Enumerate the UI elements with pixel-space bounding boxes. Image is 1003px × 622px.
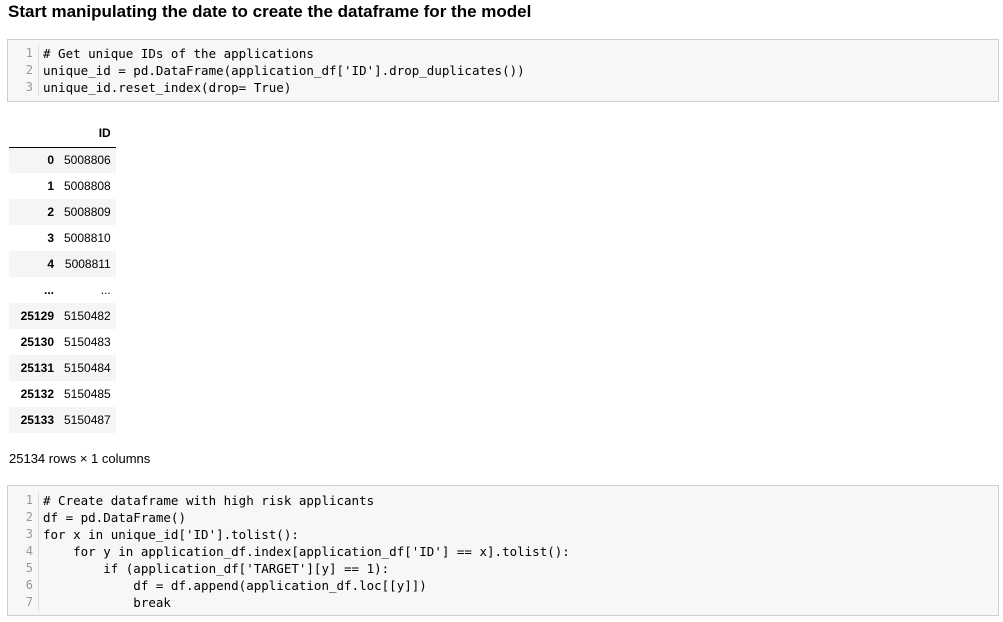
table-row: 25133 5150487 (9, 407, 116, 433)
row-index: 3 (47, 231, 54, 245)
dataframe-output-table: ID 0 5008806 1 5008808 2 5008809 3 5008810 4… (9, 120, 116, 433)
row-index: 1 (47, 179, 54, 193)
table-row: 3 5008810 (9, 225, 116, 251)
code-line[interactable]: 2 df = pd.DataFrame() (8, 509, 998, 526)
section-heading: Start manipulating the date to create th… (8, 2, 532, 21)
row-index: 25131 (20, 361, 54, 375)
line-number: 7 (8, 594, 39, 611)
row-value: ... (100, 283, 111, 297)
code-text[interactable]: df = df.append(application_df.loc[[y]]) (39, 577, 427, 594)
line-number: 2 (8, 62, 39, 79)
table-row: 4 5008811 (9, 251, 116, 277)
line-number: 1 (8, 45, 39, 62)
code-line[interactable]: 7 break (8, 594, 998, 611)
row-index: 25133 (20, 413, 54, 427)
table-row: 0 5008806 (9, 147, 116, 173)
table-row: 25130 5150483 (9, 329, 116, 355)
row-value: 5150485 (64, 387, 111, 401)
line-number: 3 (8, 79, 39, 96)
row-index: 4 (47, 257, 54, 271)
code-text[interactable]: for x in unique_id['ID'].tolist(): (39, 526, 299, 543)
code-text[interactable]: for y in application_df.index[applicatio… (39, 543, 570, 560)
row-index: 25130 (20, 335, 54, 349)
code-line[interactable]: 5 if (application_df['TARGET'][y] == 1): (8, 560, 998, 577)
row-index: 25129 (20, 309, 54, 323)
table-row: 25132 5150485 (9, 381, 116, 407)
row-value: 5008810 (64, 231, 111, 245)
row-value: 5008809 (64, 205, 111, 219)
row-index: 25132 (20, 387, 54, 401)
code-cell-unique-ids[interactable]: 1 # Get unique IDs of the applications 2… (7, 39, 999, 102)
line-number: 6 (8, 577, 39, 594)
code-line[interactable]: 1 # Get unique IDs of the applications (8, 45, 998, 62)
code-cell-high-risk[interactable]: 1 # Create dataframe with high risk appl… (7, 485, 999, 616)
row-value: 5008808 (64, 179, 111, 193)
code-line[interactable]: 6 df = df.append(application_df.loc[[y]]… (8, 577, 998, 594)
code-text[interactable]: unique_id.reset_index(drop= True) (39, 79, 291, 96)
code-text[interactable]: df = pd.DataFrame() (39, 509, 186, 526)
code-text[interactable]: # Create dataframe with high risk applic… (39, 492, 374, 509)
column-header-id: ID (59, 120, 116, 148)
table-row: 2 5008809 (9, 199, 116, 225)
table-row: 25129 5150482 (9, 303, 116, 329)
code-text[interactable]: unique_id = pd.DataFrame(application_df[… (39, 62, 525, 79)
row-index: ... (43, 283, 54, 297)
table-row: 1 5008808 (9, 173, 116, 199)
row-value: 5008811 (64, 257, 111, 271)
row-value: 5150487 (64, 413, 111, 427)
row-value: 5008806 (64, 153, 111, 168)
line-number: 3 (8, 526, 39, 543)
line-number: 2 (8, 509, 39, 526)
dataframe-shape-text: 25134 rows × 1 columns (9, 451, 151, 466)
row-index: 0 (47, 153, 54, 168)
code-text[interactable]: if (application_df['TARGET'][y] == 1): (39, 560, 389, 577)
row-value: 5150483 (64, 335, 111, 349)
code-line[interactable]: 4 for y in application_df.index[applicat… (8, 543, 998, 560)
code-text[interactable]: break (39, 594, 171, 611)
code-text[interactable]: # Get unique IDs of the applications (39, 45, 314, 62)
row-value: 5150484 (64, 361, 111, 375)
row-index: 2 (47, 205, 54, 219)
code-line[interactable]: 1 # Create dataframe with high risk appl… (8, 492, 998, 509)
line-number: 5 (8, 560, 39, 577)
index-header (9, 120, 59, 148)
line-number: 1 (8, 492, 39, 509)
table-header-row: ID (9, 120, 116, 148)
code-line[interactable]: 3 unique_id.reset_index(drop= True) (8, 79, 998, 96)
table-row: 25131 5150484 (9, 355, 116, 381)
table-row: ...... (9, 277, 116, 303)
row-value: 5150482 (64, 309, 111, 323)
code-line[interactable]: 2 unique_id = pd.DataFrame(application_d… (8, 62, 998, 79)
line-number: 4 (8, 543, 39, 560)
code-line[interactable]: 3 for x in unique_id['ID'].tolist(): (8, 526, 998, 543)
